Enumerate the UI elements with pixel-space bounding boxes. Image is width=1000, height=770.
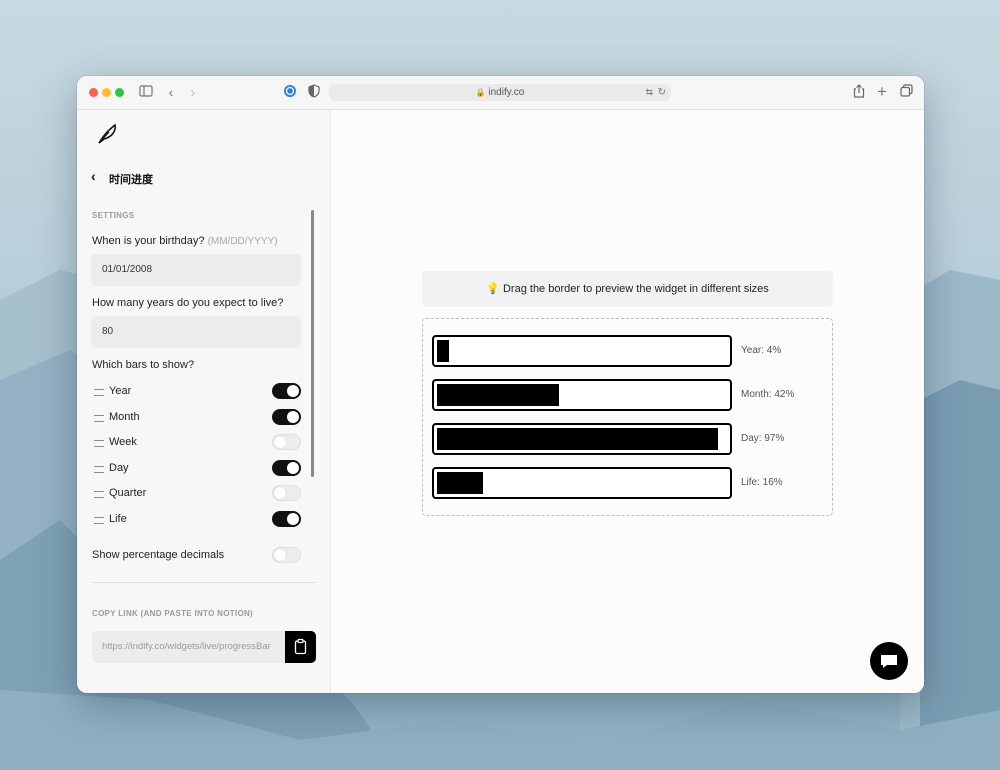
bar-toggle[interactable]: [272, 409, 301, 425]
bar-toggle[interactable]: [272, 460, 301, 476]
bar-option-label: Year: [109, 385, 132, 397]
share-icon[interactable]: [851, 84, 867, 100]
birthday-input[interactable]: 01/01/2008: [91, 254, 301, 286]
progress-bar: [432, 467, 732, 499]
birthday-label: When is your birthday? (MM/DD/YYYY): [92, 235, 278, 247]
settings-heading: SETTINGS: [92, 211, 135, 220]
browser-window: ‹ › 🔒 indify.co ⇆ ↻ + ‹ 时间进度 SETTINGS Wh: [77, 76, 924, 693]
years-input[interactable]: 80: [91, 316, 301, 348]
minimize-window-button[interactable]: [102, 88, 111, 97]
lock-icon: 🔒: [475, 88, 486, 97]
bar-option-label: Quarter: [109, 487, 147, 499]
back-arrow-icon[interactable]: ‹: [163, 84, 179, 100]
widget-preview[interactable]: Year: 4% Month: 42% Day: 97% Life: 16%: [422, 318, 833, 516]
bar-toggle[interactable]: [272, 383, 301, 399]
chat-support-button[interactable]: [870, 642, 908, 680]
bar-option-label: Day: [109, 462, 129, 474]
decimals-label: Show percentage decimals: [92, 549, 225, 561]
drag-hint-banner: 💡 Drag the border to preview the widget …: [422, 271, 833, 307]
close-window-button[interactable]: [89, 88, 98, 97]
drag-handle-icon[interactable]: [94, 491, 104, 498]
bar-option-label: Life: [109, 513, 127, 525]
progress-label: Month: 42%: [741, 389, 795, 400]
bars-label: Which bars to show?: [92, 359, 195, 371]
progress-label: Year: 4%: [741, 345, 782, 356]
copy-link-heading: COPY LINK (AND PASTE INTO NOTION): [92, 609, 254, 618]
preview-area: 💡 Drag the border to preview the widget …: [331, 110, 924, 693]
widget-title: 时间进度: [109, 174, 153, 186]
years-label: How many years do you expect to live?: [92, 297, 284, 309]
settings-sidebar: ‹ 时间进度 SETTINGS When is your birthday? (…: [77, 110, 331, 693]
address-bar[interactable]: 🔒 indify.co ⇆ ↻: [329, 84, 671, 101]
progress-bar: [432, 379, 732, 411]
translate-icon[interactable]: ⇆: [645, 84, 653, 101]
address-text: indify.co: [488, 87, 525, 98]
browser-toolbar: ‹ › 🔒 indify.co ⇆ ↻ +: [77, 76, 924, 110]
chat-bubble-icon: [881, 655, 897, 668]
drag-handle-icon[interactable]: [94, 415, 104, 422]
clipboard-icon: [294, 638, 307, 655]
bar-option-label: Month: [109, 411, 140, 423]
drag-handle-icon[interactable]: [94, 466, 104, 473]
bar-toggle[interactable]: [272, 511, 301, 527]
privacy-shield-icon[interactable]: [306, 84, 322, 100]
progress-fill: [437, 428, 718, 450]
maximize-window-button[interactable]: [115, 88, 124, 97]
forward-arrow-icon[interactable]: ›: [185, 84, 201, 100]
reload-icon[interactable]: ↻: [658, 84, 666, 101]
decimals-toggle[interactable]: [272, 547, 301, 563]
tab-overview-icon[interactable]: [898, 84, 914, 100]
password-manager-icon[interactable]: [282, 84, 298, 100]
progress-label: Life: 16%: [741, 477, 783, 488]
birthday-format-hint: (MM/DD/YYYY): [207, 236, 278, 247]
progress-fill: [437, 340, 449, 362]
new-tab-icon[interactable]: +: [874, 83, 890, 100]
progress-label: Day: 97%: [741, 433, 785, 444]
back-chevron-icon[interactable]: ‹: [91, 168, 96, 184]
copy-link-input[interactable]: https://indify.co/widgets/live/progressB…: [92, 631, 286, 663]
drag-hint-text: 💡 Drag the border to preview the widget …: [486, 283, 769, 295]
feather-logo-icon[interactable]: [96, 123, 118, 150]
copy-clipboard-button[interactable]: [285, 631, 316, 663]
divider: [92, 582, 316, 583]
progress-bar: [432, 423, 732, 455]
sidebar-scrollbar[interactable]: [311, 210, 314, 477]
progress-fill: [437, 384, 559, 406]
drag-handle-icon[interactable]: [94, 389, 104, 396]
copy-link-text: https://indify.co/widgets/live/progressB…: [102, 641, 271, 652]
progress-fill: [437, 472, 483, 494]
bar-toggle[interactable]: [272, 434, 301, 450]
drag-handle-icon[interactable]: [94, 440, 104, 447]
bar-toggle[interactable]: [272, 485, 301, 501]
sidebar-toggle-icon[interactable]: [138, 84, 154, 100]
progress-bar: [432, 335, 732, 367]
drag-handle-icon[interactable]: [94, 517, 104, 524]
bar-option-label: Week: [109, 436, 137, 448]
birthday-label-text: When is your birthday?: [92, 235, 205, 247]
